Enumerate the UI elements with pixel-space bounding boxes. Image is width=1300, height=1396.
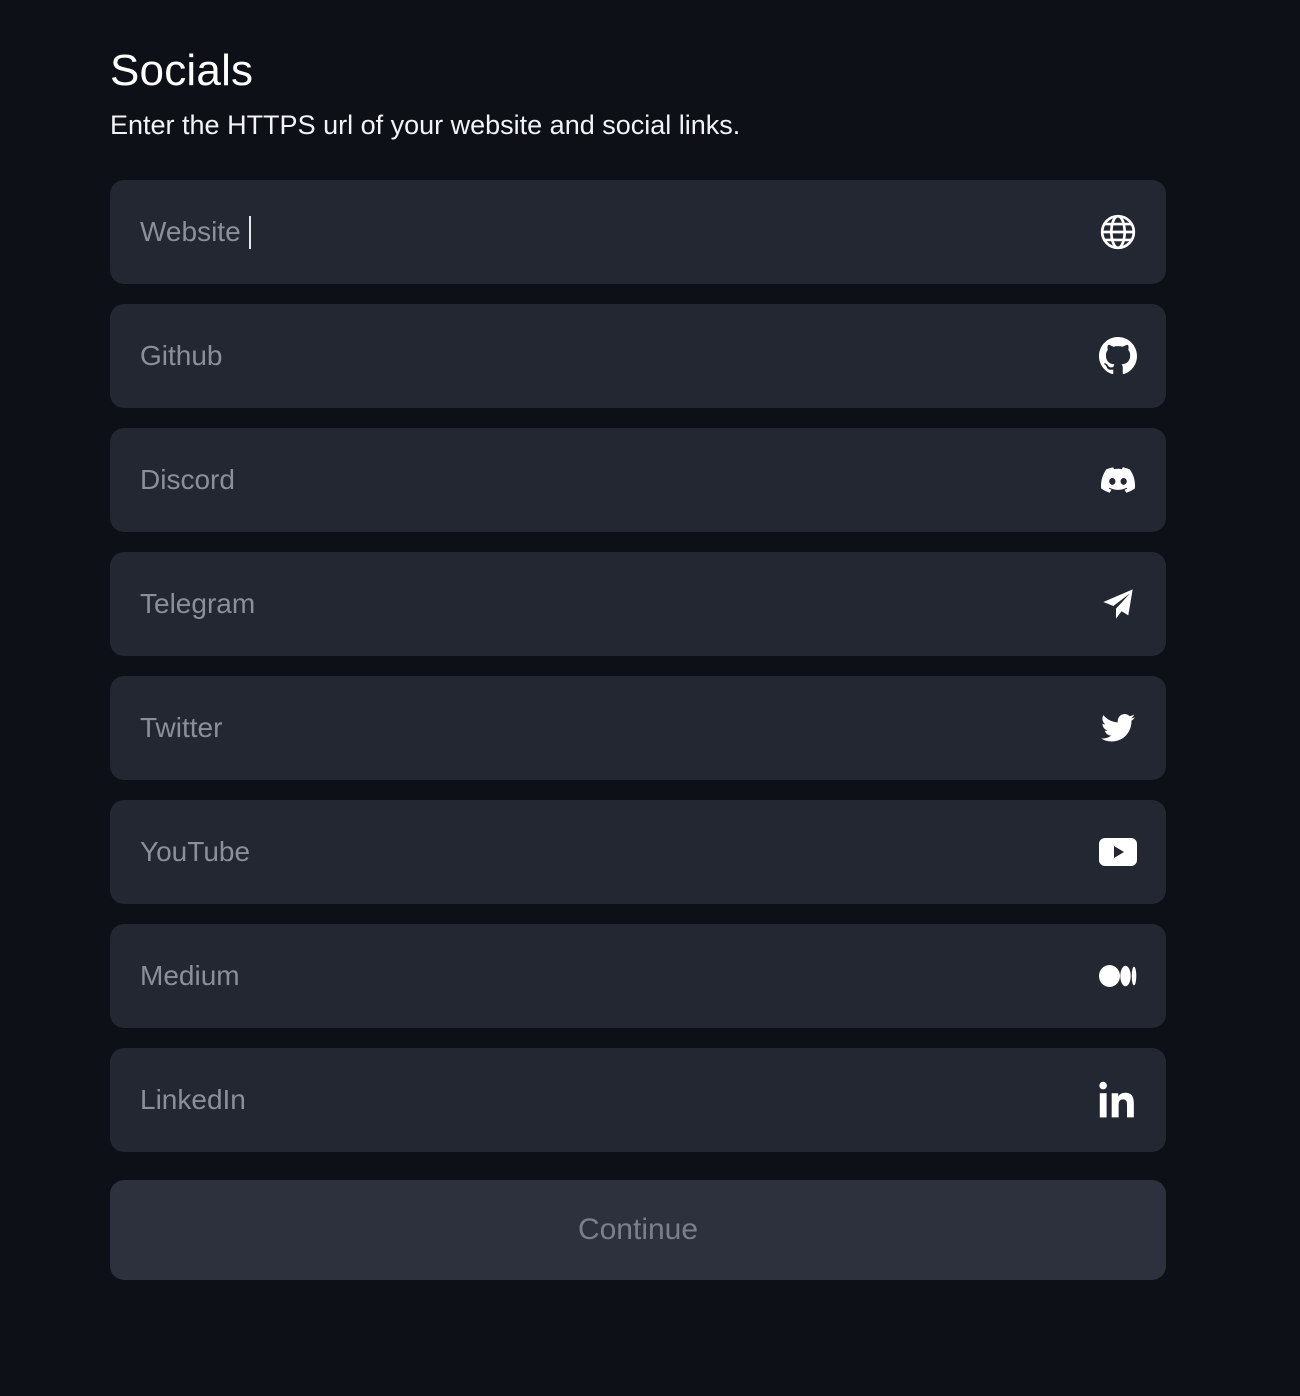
medium-input[interactable] — [110, 924, 1166, 1028]
youtube-input[interactable] — [110, 800, 1166, 904]
telegram-field-container — [110, 552, 1166, 656]
text-cursor — [249, 216, 251, 249]
continue-button[interactable]: Continue — [110, 1180, 1166, 1280]
telegram-input[interactable] — [110, 552, 1166, 656]
twitter-input[interactable] — [110, 676, 1166, 780]
medium-icon — [1098, 956, 1138, 996]
twitter-icon — [1098, 708, 1138, 748]
github-icon — [1098, 336, 1138, 376]
linkedin-input[interactable] — [110, 1048, 1166, 1152]
telegram-icon — [1098, 584, 1138, 624]
globe-icon — [1098, 212, 1138, 252]
socials-form: Socials Enter the HTTPS url of your webs… — [110, 44, 1166, 1280]
github-field-container — [110, 304, 1166, 408]
socials-page: Socials Enter the HTTPS url of your webs… — [0, 0, 1300, 1396]
linkedin-field-container — [110, 1048, 1166, 1152]
social-fields — [110, 180, 1166, 1152]
discord-icon — [1098, 460, 1138, 500]
twitter-field-container — [110, 676, 1166, 780]
medium-field-container — [110, 924, 1166, 1028]
website-input[interactable] — [110, 180, 1166, 284]
github-input[interactable] — [110, 304, 1166, 408]
page-subtitle: Enter the HTTPS url of your website and … — [110, 110, 741, 140]
discord-input[interactable] — [110, 428, 1166, 532]
discord-field-container — [110, 428, 1166, 532]
website-field-container — [110, 180, 1166, 284]
linkedin-icon — [1098, 1080, 1138, 1120]
youtube-field-container — [110, 800, 1166, 904]
page-title: Socials — [110, 46, 254, 95]
youtube-icon — [1098, 832, 1138, 872]
